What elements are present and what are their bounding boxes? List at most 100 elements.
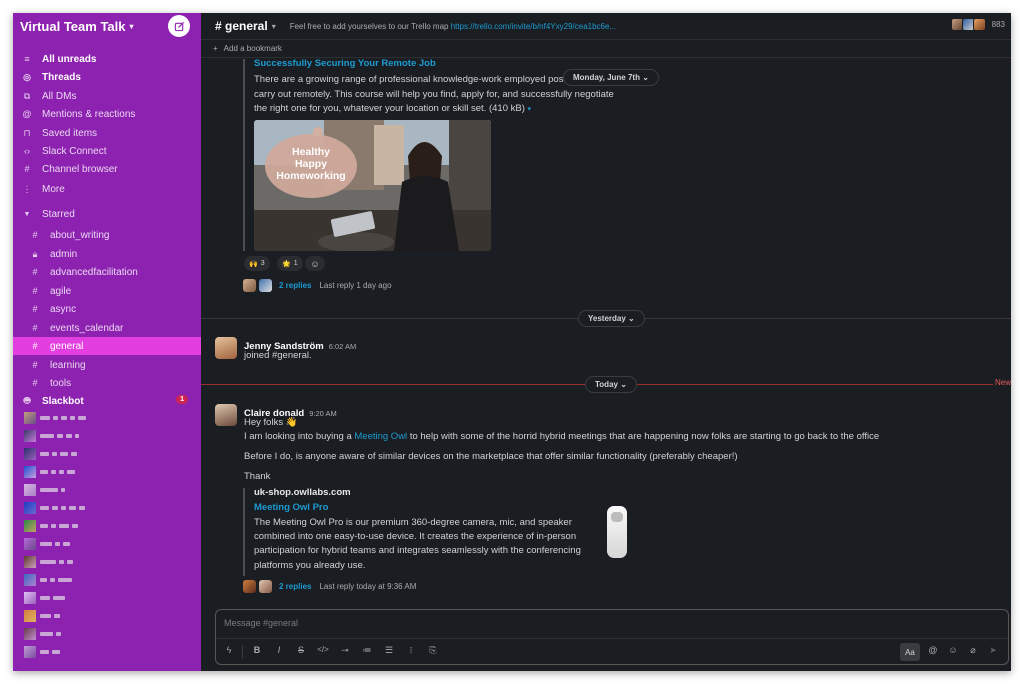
shortcuts-lightning-icon[interactable]: ϟ <box>222 645 236 655</box>
more-icon: ⋮ <box>22 183 32 194</box>
channel-admin[interactable]: 🔒︎ admin <box>13 245 201 263</box>
connect-icon: ‹› <box>24 146 30 156</box>
format-toggle-button[interactable]: Aa <box>900 643 920 661</box>
dm-item[interactable] <box>24 574 75 586</box>
dm-item[interactable] <box>24 466 78 478</box>
article-title[interactable]: Successfully Securing Your Remote Job <box>254 59 436 69</box>
sidebar: Virtual Team Talk ▾ ≡ All unreads ◎ Thread… <box>13 13 201 671</box>
chevron-down-icon: ▾ <box>129 22 134 31</box>
avatar <box>24 466 36 478</box>
channel-name: tools <box>50 377 72 389</box>
blockquote-icon[interactable]: ⁝ <box>404 645 418 656</box>
nav-mentions[interactable]: @ Mentions & reactions <box>13 105 201 123</box>
nav-slack-connect[interactable]: ‹› Slack Connect <box>13 142 201 160</box>
channel-tools[interactable]: # tools <box>13 374 201 392</box>
send-icon[interactable]: ➤ <box>986 645 1000 656</box>
channel-about-writing[interactable]: # about_writing <box>13 226 201 244</box>
channel-title[interactable]: # general <box>215 19 268 33</box>
reply-count[interactable]: 2 replies <box>279 281 311 290</box>
nav-channel-browser[interactable]: # Channel browser <box>13 160 201 178</box>
article-photo <box>254 120 491 251</box>
dm-item[interactable] <box>24 610 63 622</box>
avatar[interactable] <box>215 404 237 426</box>
avatar[interactable] <box>215 337 237 359</box>
bulleted-list-icon[interactable]: ☰ <box>382 645 396 656</box>
dm-item[interactable] <box>24 520 81 532</box>
code-block-icon[interactable]: ⎘ <box>426 645 440 656</box>
bookmark-label: Add a bookmark <box>223 44 282 53</box>
nav-label: More <box>42 183 65 195</box>
add-bookmark-button[interactable]: + Add a bookmark <box>201 40 1011 58</box>
date-divider-pill[interactable]: Yesterday ⌄ <box>578 310 645 327</box>
reaction-raised-hands[interactable]: 🙌 3 <box>244 256 270 271</box>
date-divider-pill[interactable]: Monday, June 7th ⌄ <box>563 69 659 86</box>
channel-learning[interactable]: # learning <box>13 356 201 374</box>
code-button[interactable]: </> <box>316 645 330 654</box>
dm-item[interactable] <box>24 646 63 658</box>
avatar <box>24 628 36 640</box>
nav-threads[interactable]: ◎ Threads <box>13 68 201 86</box>
channel-agile[interactable]: # agile <box>13 282 201 300</box>
channel-async[interactable]: # async <box>13 300 201 318</box>
dm-item[interactable] <box>24 538 73 550</box>
nav-more[interactable]: ⋮ More <box>13 180 201 198</box>
date-label: Today <box>595 380 618 389</box>
channel-name: events_calendar <box>50 322 124 334</box>
image-caption-line: Happy <box>294 158 328 170</box>
camera-lens <box>611 512 623 522</box>
member-avatar <box>972 18 986 31</box>
dm-item[interactable] <box>24 484 68 496</box>
nav-label: All DMs <box>42 90 77 102</box>
message-text: Hey folks 👋 <box>244 417 298 428</box>
dm-item[interactable] <box>24 556 76 568</box>
dm-item[interactable] <box>24 502 88 514</box>
nav-label: Threads <box>42 71 81 83</box>
lock-icon: 🔒︎ <box>32 248 38 259</box>
dm-item[interactable] <box>24 628 64 640</box>
message-time[interactable]: 9:20 AM <box>309 409 337 418</box>
dm-item[interactable] <box>24 412 89 424</box>
text-segment: to help with some of the horrid hybrid m… <box>407 431 880 442</box>
message-time[interactable]: 6:02 AM <box>329 342 357 351</box>
link-icon[interactable]: ⊸ <box>338 645 352 656</box>
topic-link[interactable]: https://trello.com/invite/b/nf4Yxy29/cea… <box>451 22 616 31</box>
reply-count[interactable]: 2 replies <box>279 582 311 591</box>
message-text: joined #general. <box>244 350 312 361</box>
last-reply: Last reply 1 day ago <box>319 281 392 290</box>
bold-button[interactable]: B <box>250 645 264 655</box>
nav-all-dms[interactable]: ⧉ All DMs <box>13 87 201 105</box>
add-emoji-icon: ☺︎ <box>310 258 320 269</box>
date-divider-pill[interactable]: Today ⌄ <box>585 376 637 393</box>
attach-icon[interactable]: ⌀ <box>966 645 980 656</box>
nav-saved-items[interactable]: ⊓ Saved items <box>13 124 201 142</box>
unfurl-title[interactable]: Meeting Owl Pro <box>254 501 328 516</box>
avatar <box>24 520 36 532</box>
italic-button[interactable]: I <box>272 645 286 655</box>
unfurl-thumbnail[interactable] <box>607 506 627 558</box>
add-reaction-button[interactable]: ☺︎ <box>305 256 325 271</box>
emoji-icon[interactable]: ☺︎ <box>946 645 960 655</box>
members-button[interactable]: 883 <box>950 18 1005 31</box>
caret-down-icon[interactable]: ▾ <box>528 106 532 113</box>
mention-icon[interactable]: @ <box>926 645 940 655</box>
strikethrough-button[interactable]: S <box>294 645 308 655</box>
starred-section-header[interactable]: ▼ Starred <box>13 205 201 223</box>
chevron-down-icon[interactable]: ▾ <box>272 22 276 31</box>
ordered-list-icon[interactable]: ≔ <box>360 645 374 656</box>
dm-item[interactable] <box>24 430 82 442</box>
channel-general[interactable]: # general <box>13 337 201 355</box>
thread-replies[interactable]: 2 replies Last reply 1 day ago <box>243 279 392 292</box>
meeting-owl-link[interactable]: Meeting Owl <box>354 431 407 442</box>
reaction-star[interactable]: 🌟 1 <box>277 256 303 271</box>
thread-replies[interactable]: 2 replies Last reply today at 9:36 AM <box>243 580 416 593</box>
channel-events-calendar[interactable]: # events_calendar <box>13 319 201 337</box>
channel-advancedfacilitation[interactable]: # advancedfacilitation <box>13 263 201 281</box>
dm-item[interactable] <box>24 592 68 604</box>
unfurl-description: The Meeting Owl Pro is our premium 360-d… <box>254 517 572 528</box>
compose-button[interactable] <box>168 15 190 37</box>
message-input[interactable]: Message #general <box>224 618 298 628</box>
dm-item[interactable] <box>24 448 80 460</box>
article-image[interactable]: Healthy Happy Homeworking <box>254 120 491 251</box>
nav-all-unreads[interactable]: ≡ All unreads <box>13 50 201 68</box>
dm-slackbot[interactable]: 🤖︎ Slackbot 1 <box>13 392 201 410</box>
